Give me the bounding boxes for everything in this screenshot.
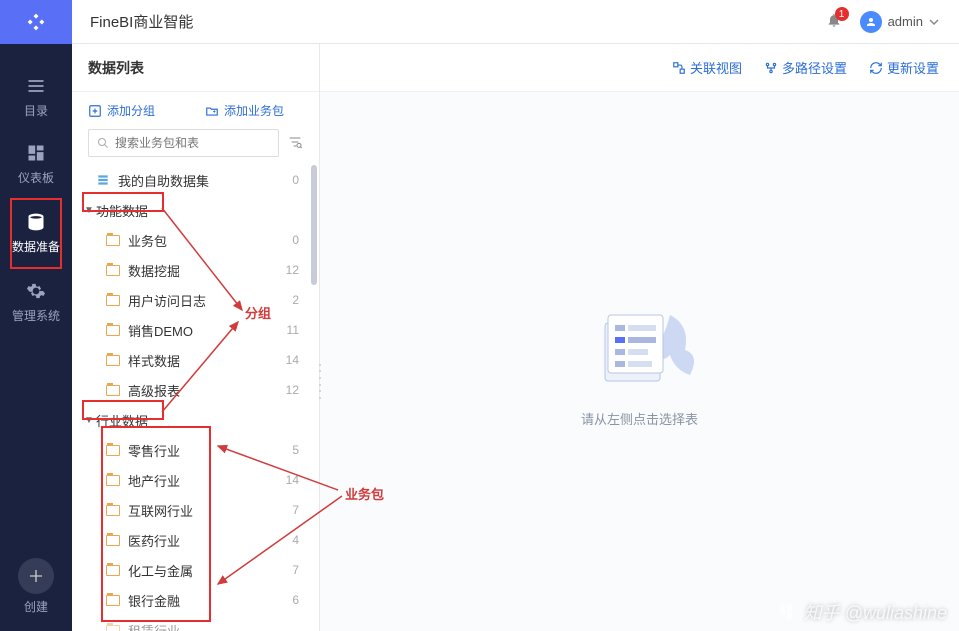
- nav-data-prep[interactable]: 数据准备: [10, 198, 62, 269]
- tree-item[interactable]: 化工与金属7: [72, 555, 319, 585]
- create-button[interactable]: [18, 558, 54, 594]
- user-menu[interactable]: admin: [860, 11, 939, 33]
- app-title: FineBI商业智能: [72, 11, 826, 32]
- logo[interactable]: [0, 0, 72, 44]
- empty-illustration: [580, 295, 700, 395]
- folder-icon: [106, 325, 122, 336]
- drag-handle[interactable]: [317, 362, 323, 402]
- data-tree: 我的自助数据集 0 ▼ 功能数据 业务包0 数据挖掘12 用户访问日志2 销售D…: [72, 165, 319, 631]
- tree-item[interactable]: 互联网行业7: [72, 495, 319, 525]
- nav-dashboard[interactable]: 仪表板: [10, 131, 62, 198]
- folder-icon: [106, 385, 122, 396]
- data-list-panel: 数据列表 添加分组 添加业务包 我的自助: [72, 44, 320, 631]
- watermark: 知乎 @wuliashine: [776, 599, 947, 625]
- chevron-down-icon: [929, 17, 939, 27]
- search-input[interactable]: [88, 129, 279, 157]
- annotation-label-group: 分组: [245, 303, 271, 322]
- folder-icon: [106, 355, 122, 366]
- relation-view-button[interactable]: 关联视图: [672, 58, 742, 77]
- add-group-button[interactable]: 添加分组: [88, 102, 155, 119]
- tree-group-industry[interactable]: ▼ 行业数据: [72, 405, 319, 435]
- folder-icon: [106, 445, 122, 456]
- folder-icon: [106, 595, 122, 606]
- tree-item[interactable]: 地产行业14: [72, 465, 319, 495]
- tree-item[interactable]: 零售行业5: [72, 435, 319, 465]
- folder-icon: [106, 625, 122, 631]
- update-settings-button[interactable]: 更新设置: [869, 58, 939, 77]
- tree-item[interactable]: 银行金融6: [72, 585, 319, 615]
- nav-admin[interactable]: 管理系统: [10, 269, 62, 336]
- annotation-label-package: 业务包: [345, 484, 384, 503]
- notification-badge: 1: [835, 7, 849, 21]
- tree-item[interactable]: 业务包0: [72, 225, 319, 255]
- tree-item[interactable]: 用户访问日志2: [72, 285, 319, 315]
- folder-icon: [106, 295, 122, 306]
- topbar: FineBI商业智能 1 admin: [0, 0, 959, 44]
- tree-item[interactable]: 医药行业4: [72, 525, 319, 555]
- multipath-button[interactable]: 多路径设置: [764, 58, 847, 77]
- empty-text: 请从左侧点击选择表: [581, 409, 698, 428]
- tree-item[interactable]: 租赁行业: [72, 615, 319, 631]
- panel-title: 数据列表: [88, 58, 144, 78]
- tree-group-function[interactable]: ▼ 功能数据: [72, 195, 319, 225]
- create-label: 创建: [24, 598, 48, 615]
- avatar-icon: [860, 11, 882, 33]
- tree-item[interactable]: 高级报表12: [72, 375, 319, 405]
- folder-icon: [106, 475, 122, 486]
- folder-icon: [106, 565, 122, 576]
- empty-state: 请从左侧点击选择表: [320, 92, 959, 631]
- username: admin: [888, 14, 923, 29]
- main-area: 关联视图 多路径设置 更新设置: [320, 44, 959, 631]
- folder-icon: [106, 505, 122, 516]
- add-package-button[interactable]: 添加业务包: [205, 102, 284, 119]
- tree-self-dataset[interactable]: 我的自助数据集 0: [72, 165, 319, 195]
- dataset-icon: [96, 173, 112, 187]
- nav-directory[interactable]: 目录: [10, 64, 62, 131]
- notification-bell[interactable]: 1: [826, 12, 842, 31]
- tree-item[interactable]: 销售DEMO11: [72, 315, 319, 345]
- folder-icon: [106, 235, 122, 246]
- folder-icon: [106, 535, 122, 546]
- sidenav: 目录 仪表板 数据准备 管理系统 创建: [0, 44, 72, 631]
- filter-icon[interactable]: [287, 134, 303, 153]
- folder-icon: [106, 265, 122, 276]
- tree-item[interactable]: 数据挖掘12: [72, 255, 319, 285]
- search-icon: [97, 137, 109, 149]
- tree-item[interactable]: 样式数据14: [72, 345, 319, 375]
